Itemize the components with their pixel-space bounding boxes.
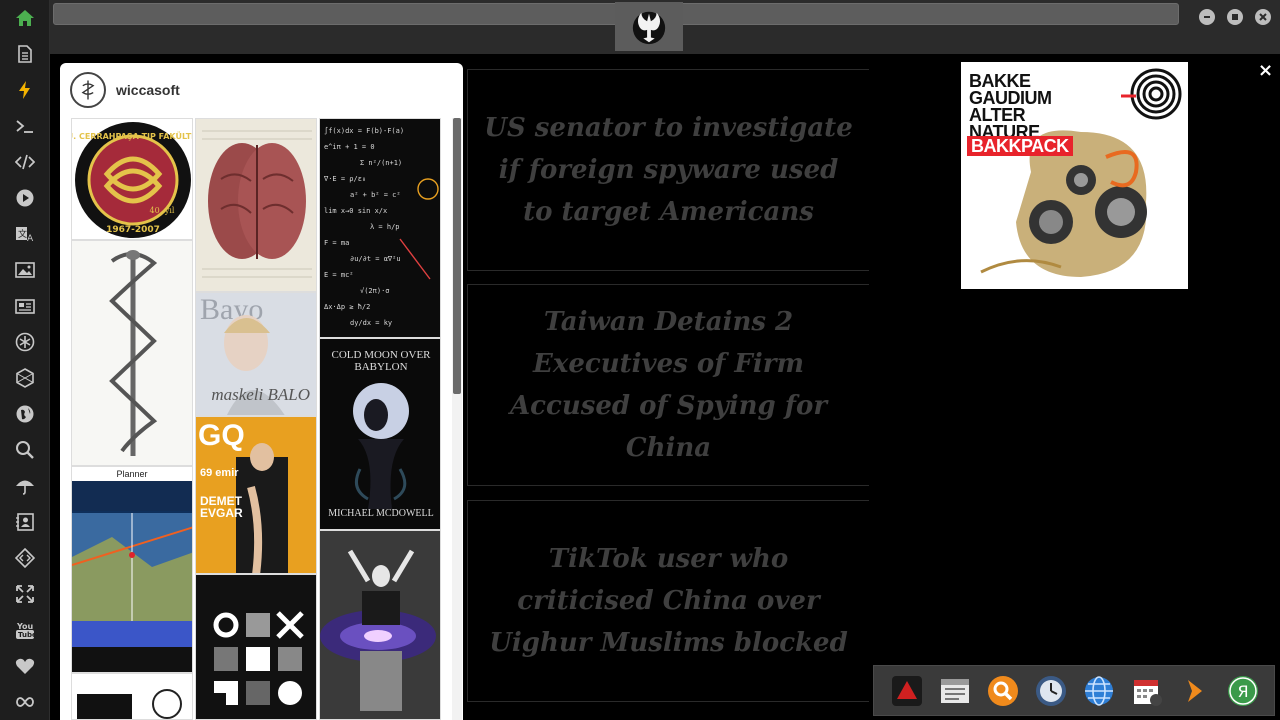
- bakkpack-ad[interactable]: BAKKE GAUDIUM ALTER NATURE BAKKPACK: [961, 62, 1188, 289]
- terminal-icon[interactable]: [12, 113, 38, 139]
- image-icon[interactable]: [12, 257, 38, 283]
- news-item-1[interactable]: US senator to investigate if foreign spy…: [467, 69, 869, 271]
- pin-illustration[interactable]: [71, 673, 193, 720]
- dock-arrow-icon[interactable]: [1178, 674, 1212, 708]
- svg-text:dy/dx = ky: dy/dx = ky: [350, 319, 392, 327]
- pin-cerrahpasa-logo[interactable]: İ.Ü. CERRAHPAŞA TIP FAKÜLTESİ 1967-2007 …: [71, 118, 193, 240]
- news-headline[interactable]: US senator to investigate if foreign spy…: [480, 107, 857, 233]
- caduceus-logo-icon: [81, 80, 95, 100]
- dock-calendar-icon[interactable]: [1130, 674, 1164, 708]
- pin-book-cold-moon[interactable]: COLD MOON OVER BABYLON MICHAEL MCDOWELL: [319, 338, 441, 530]
- svg-text:A: A: [27, 234, 34, 244]
- close-ad-button[interactable]: ×: [1258, 60, 1273, 81]
- diamond-code-icon[interactable]: [12, 545, 38, 571]
- play-icon[interactable]: [12, 185, 38, 211]
- globe-icon[interactable]: [12, 401, 38, 427]
- svg-text:∫f(x)dx = F(b)-F(a): ∫f(x)dx = F(b)-F(a): [324, 126, 404, 135]
- card-header: wiccasoft: [60, 63, 463, 117]
- search-icon[interactable]: [12, 437, 38, 463]
- maximize-button[interactable]: [1227, 9, 1243, 25]
- svg-text:∇·E = ρ/ε₀: ∇·E = ρ/ε₀: [323, 175, 366, 183]
- svg-text:文: 文: [18, 228, 27, 240]
- dock-search-icon[interactable]: [986, 674, 1020, 708]
- svg-text:a² + b² = c²: a² + b² = c²: [350, 191, 401, 199]
- pin-magazine-bayo[interactable]: Bayo maskeli BALO: [195, 292, 317, 416]
- home-icon[interactable]: [12, 5, 38, 31]
- pin-gq-cover-name: DEMET EVGAR: [200, 494, 243, 520]
- lightning-icon[interactable]: [12, 77, 38, 103]
- news-item-2[interactable]: Taiwan Detains 2 Executives of Firm Accu…: [467, 284, 869, 486]
- asterisk-icon[interactable]: [12, 329, 38, 355]
- dock-app-icon[interactable]: [890, 674, 924, 708]
- svg-text:∂u/∂t = α∇²u: ∂u/∂t = α∇²u: [350, 255, 401, 263]
- pin-board-scroll-thumb[interactable]: [453, 118, 461, 394]
- pin-pattern-grid[interactable]: [195, 574, 317, 720]
- pin-board-scrollbar[interactable]: [452, 118, 462, 720]
- svg-text:λ = h/p: λ = h/p: [370, 223, 400, 231]
- news-item-3[interactable]: TikTok user who criticised China over Ui…: [467, 500, 869, 702]
- infinity-icon[interactable]: [12, 689, 38, 715]
- rebel-alliance-icon: [632, 11, 666, 44]
- svg-text:lim x→0 sin x/x: lim x→0 sin x/x: [324, 207, 387, 215]
- app-dock: Я: [873, 665, 1275, 716]
- rebel-logo-tab[interactable]: [615, 2, 683, 51]
- pin-gq-note: 69 emir: [200, 467, 239, 479]
- contact-icon[interactable]: [12, 509, 38, 535]
- ad-line-5: BAKKPACK: [967, 136, 1073, 156]
- pin-galaxy-dress[interactable]: [319, 530, 441, 720]
- translate-icon[interactable]: 文A: [12, 221, 38, 247]
- pin-brain[interactable]: [195, 118, 317, 292]
- pin-book-author: MICHAEL MCDOWELL: [328, 508, 434, 519]
- svg-text:You: You: [16, 622, 34, 631]
- news-icon[interactable]: [12, 293, 38, 319]
- dock-yandex-icon[interactable]: Я: [1226, 674, 1260, 708]
- svg-text:F = ma: F = ma: [324, 239, 349, 247]
- pin-board-card: wiccasoft İ.Ü. CERRAHPAŞA TIP FAKÜLTESİ …: [60, 63, 463, 720]
- news-headline[interactable]: Taiwan Detains 2 Executives of Firm Accu…: [480, 301, 857, 469]
- pin-magazine-gq[interactable]: GQ 69 emir DEMET EVGAR: [195, 416, 317, 574]
- pin-grid: İ.Ü. CERRAHPAŞA TIP FAKÜLTESİ 1967-2007 …: [71, 118, 441, 720]
- svg-text:Σ n²/(n+1): Σ n²/(n+1): [360, 159, 402, 167]
- minimize-button[interactable]: [1199, 9, 1215, 25]
- code-icon[interactable]: [12, 149, 38, 175]
- svg-text:Δx·Δp ≥ ħ/2: Δx·Δp ≥ ħ/2: [324, 303, 370, 311]
- pin-caduceus-sketch[interactable]: [71, 240, 193, 466]
- window-titlebar: [50, 0, 1280, 54]
- youtube-icon[interactable]: You Tube: [12, 617, 38, 643]
- pin-planner-app[interactable]: Planner: [71, 466, 193, 673]
- pin-cerrahpasa-years: 1967-2007: [106, 225, 160, 235]
- svg-text:E = mc²: E = mc²: [324, 271, 354, 279]
- umbrella-icon[interactable]: [12, 473, 38, 499]
- fullscreen-icon[interactable]: [12, 581, 38, 607]
- pin-equations[interactable]: ∫f(x)dx = F(b)-F(a) e^iπ + 1 = 0 Σ n²/(n…: [319, 118, 441, 338]
- dock-clock-icon[interactable]: [1034, 674, 1068, 708]
- svg-text:√(2π)·σ: √(2π)·σ: [360, 287, 390, 295]
- document-icon[interactable]: [12, 41, 38, 67]
- svg-text:Я: Я: [1237, 682, 1248, 701]
- avatar[interactable]: [70, 72, 106, 108]
- pin-bayo-subtitle: maskeli BALO: [211, 385, 310, 404]
- hexagon-icon[interactable]: [12, 365, 38, 391]
- card-username[interactable]: wiccasoft: [116, 82, 180, 98]
- dock-globe-icon[interactable]: [1082, 674, 1116, 708]
- pin-cerrahpasa-caption: İ.Ü. CERRAHPAŞA TIP FAKÜLTESİ: [72, 131, 193, 141]
- sidebar: 文A You Tube: [0, 0, 50, 720]
- news-headline[interactable]: TikTok user who criticised China over Ui…: [480, 538, 857, 664]
- pin-cerrahpasa-badge: 40. yıl: [150, 206, 175, 215]
- heart-icon[interactable]: [12, 653, 38, 679]
- dock-calendar-widget-icon[interactable]: [938, 674, 972, 708]
- close-window-button[interactable]: [1255, 9, 1271, 25]
- svg-text:Tube: Tube: [18, 631, 35, 639]
- svg-text:e^iπ + 1 = 0: e^iπ + 1 = 0: [324, 143, 375, 151]
